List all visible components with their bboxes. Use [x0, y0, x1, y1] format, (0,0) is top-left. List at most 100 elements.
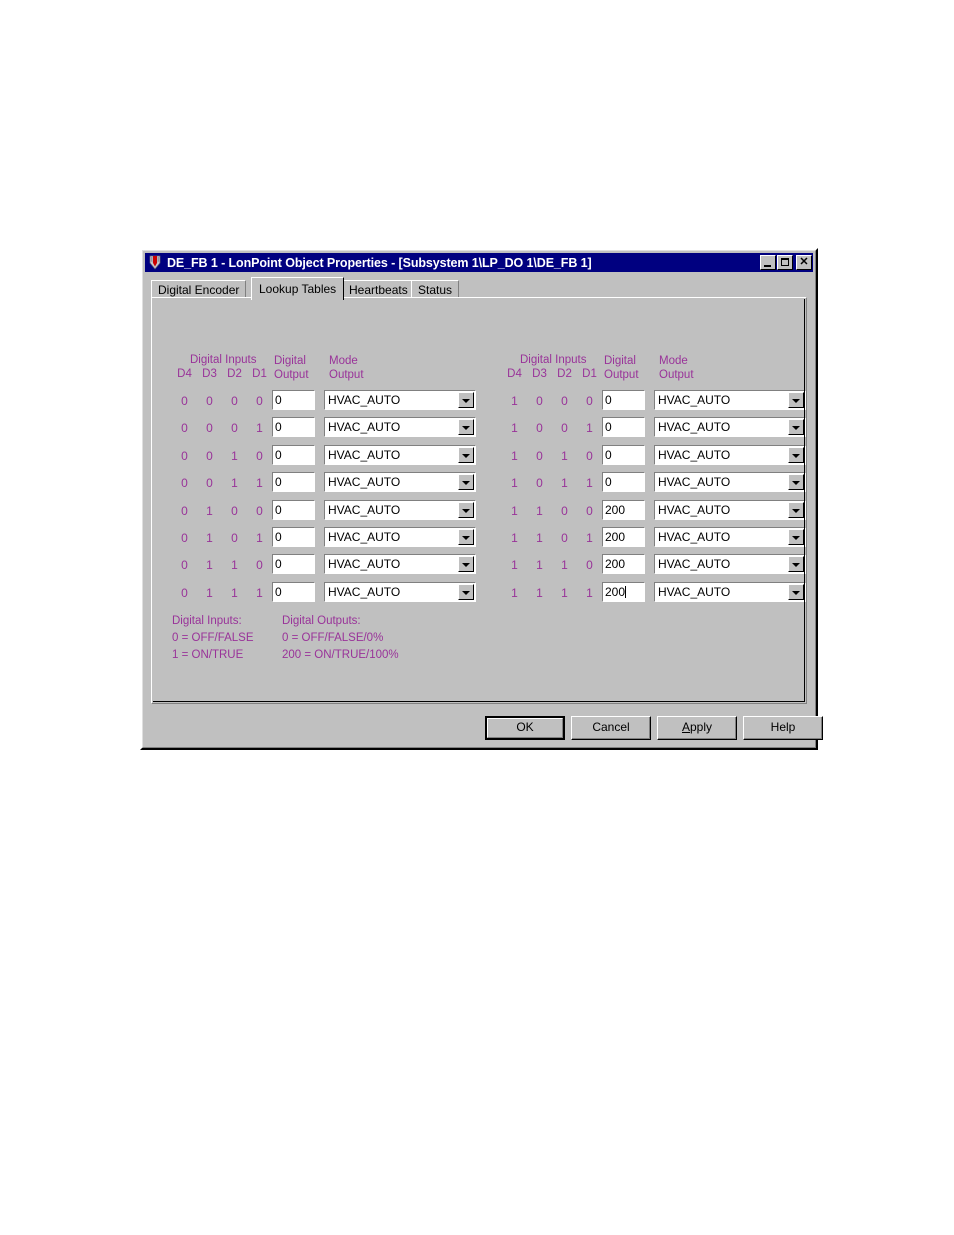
mode-output-value: HVAC_AUTO	[658, 420, 731, 435]
bit-d3: 0	[206, 394, 213, 408]
row-input-bits: 0 0 0 0	[172, 394, 272, 408]
bit-d4: 0	[181, 558, 188, 573]
chevron-down-icon[interactable]	[458, 392, 474, 408]
digital-output-input[interactable]: 200	[602, 581, 645, 602]
digital-output-input[interactable]: 0	[272, 526, 315, 547]
titlebar[interactable]: DE_FB 1 - LonPoint Object Properties - […	[145, 253, 813, 272]
header-mode-output-line1: Mode	[659, 355, 688, 367]
row-input-bits: 1 1 0 0	[502, 504, 602, 518]
digital-output-input[interactable]: 0	[272, 390, 315, 410]
digital-output-input[interactable]: 0	[272, 417, 315, 438]
mode-output-select[interactable]: HVAC_AUTO	[324, 554, 476, 575]
bit-d3: 0	[536, 394, 543, 408]
ok-button[interactable]: OK	[485, 716, 565, 740]
bit-d1: 0	[586, 503, 593, 518]
mode-output-select[interactable]: HVAC_AUTO	[324, 472, 476, 493]
mode-output-select[interactable]: HVAC_AUTO	[324, 499, 476, 520]
chevron-down-icon[interactable]	[458, 446, 474, 463]
mode-output-select[interactable]: HVAC_AUTO	[654, 472, 806, 493]
mode-output-select[interactable]: HVAC_AUTO	[654, 417, 806, 438]
chevron-down-icon[interactable]	[788, 528, 804, 545]
mode-output-select[interactable]: HVAC_AUTO	[324, 581, 476, 602]
header-mode-output: Mode Output	[329, 354, 364, 382]
mode-output-select[interactable]: HVAC_AUTO	[654, 581, 806, 602]
digital-output-input[interactable]: 200	[602, 526, 645, 547]
digital-output-input[interactable]: 0	[602, 444, 645, 465]
chevron-down-icon[interactable]	[788, 583, 804, 600]
digital-output-input[interactable]: 0	[272, 554, 315, 575]
mode-output-select[interactable]: HVAC_AUTO	[654, 444, 806, 465]
row-input-bits: 1 1 1 0	[502, 558, 602, 572]
header-bit-d2: D2	[227, 368, 242, 380]
digital-output-input[interactable]: 200	[602, 499, 645, 520]
bit-d4: 1	[511, 558, 518, 573]
bit-d3: 0	[206, 448, 213, 463]
row-input-bits: 0 0 0 1	[172, 421, 272, 435]
bit-d4: 1	[511, 421, 518, 436]
window-title: DE_FB 1 - LonPoint Object Properties - […	[167, 255, 592, 270]
digital-output-input[interactable]: 0	[272, 444, 315, 465]
digital-output-input[interactable]: 0	[272, 499, 315, 520]
header-digital-output-line1: Digital	[604, 355, 636, 367]
mode-output-select[interactable]: HVAC_AUTO	[654, 526, 806, 547]
minimize-button[interactable]	[760, 255, 776, 270]
bit-d4: 0	[181, 448, 188, 463]
apply-button[interactable]: Apply	[657, 716, 737, 740]
chevron-down-icon[interactable]	[458, 501, 474, 518]
chevron-down-icon[interactable]	[788, 392, 804, 408]
bit-d3: 1	[536, 530, 543, 545]
header-digital-output-line1: Digital	[274, 355, 306, 367]
digital-output-input[interactable]: 0	[272, 472, 315, 493]
legend-inputs-title: Digital Inputs:	[172, 615, 242, 627]
digital-output-input[interactable]: 0	[602, 390, 645, 410]
mode-output-select[interactable]: HVAC_AUTO	[324, 417, 476, 438]
chevron-down-icon[interactable]	[458, 556, 474, 573]
tab-heartbeats[interactable]: Heartbeats	[342, 280, 415, 298]
chevron-down-icon[interactable]	[788, 556, 804, 573]
bit-d3: 1	[206, 558, 213, 573]
chevron-down-icon[interactable]	[458, 474, 474, 491]
help-button[interactable]: Help	[743, 716, 823, 740]
close-icon: ✕	[799, 256, 809, 268]
header-mode-output-line1: Mode	[329, 355, 358, 367]
chevron-down-icon[interactable]	[788, 446, 804, 463]
tab-digital-encoder[interactable]: Digital Encoder	[151, 280, 247, 298]
digital-output-input[interactable]: 0	[602, 472, 645, 493]
digital-output-input[interactable]: 0	[272, 581, 315, 602]
close-button[interactable]: ✕	[796, 255, 812, 270]
bit-d2: 0	[231, 394, 238, 408]
bit-d3: 1	[536, 503, 543, 518]
chevron-down-icon[interactable]	[788, 419, 804, 436]
tab-status[interactable]: Status	[411, 280, 460, 298]
bit-d1: 0	[586, 394, 593, 408]
mode-output-select[interactable]: HVAC_AUTO	[654, 390, 806, 410]
row-input-bits: 0 1 0 0	[172, 504, 272, 518]
row-input-bits: 0 1 0 1	[172, 531, 272, 545]
bit-d3: 1	[206, 530, 213, 545]
mode-output-select[interactable]: HVAC_AUTO	[654, 499, 806, 520]
tab-lookup-tables[interactable]: Lookup Tables	[251, 277, 345, 300]
bit-d3: 1	[206, 503, 213, 518]
chevron-down-icon[interactable]	[458, 583, 474, 600]
bit-d4: 0	[181, 503, 188, 518]
header-digital-output-line2: Output	[274, 369, 309, 381]
chevron-down-icon[interactable]	[458, 528, 474, 545]
mode-output-select[interactable]: HVAC_AUTO	[324, 444, 476, 465]
chevron-down-icon[interactable]	[788, 474, 804, 491]
header-bit-d1: D1	[582, 368, 597, 380]
maximize-button[interactable]	[777, 255, 793, 270]
chevron-down-icon[interactable]	[788, 501, 804, 518]
header-digital-output-line2: Output	[604, 369, 639, 381]
digital-output-input[interactable]: 200	[602, 554, 645, 575]
bit-d2: 1	[561, 476, 568, 491]
mode-output-select[interactable]: HVAC_AUTO	[324, 390, 476, 410]
bit-d2: 0	[561, 394, 568, 408]
cancel-button[interactable]: Cancel	[571, 716, 651, 740]
legend-outputs-title: Digital Outputs:	[282, 615, 361, 627]
mode-output-select[interactable]: HVAC_AUTO	[654, 554, 806, 575]
chevron-down-icon[interactable]	[458, 419, 474, 436]
digital-output-input[interactable]: 0	[602, 417, 645, 438]
row-input-bits: 0 1 1 1	[172, 586, 272, 600]
bit-d1: 0	[586, 448, 593, 463]
mode-output-select[interactable]: HVAC_AUTO	[324, 526, 476, 547]
